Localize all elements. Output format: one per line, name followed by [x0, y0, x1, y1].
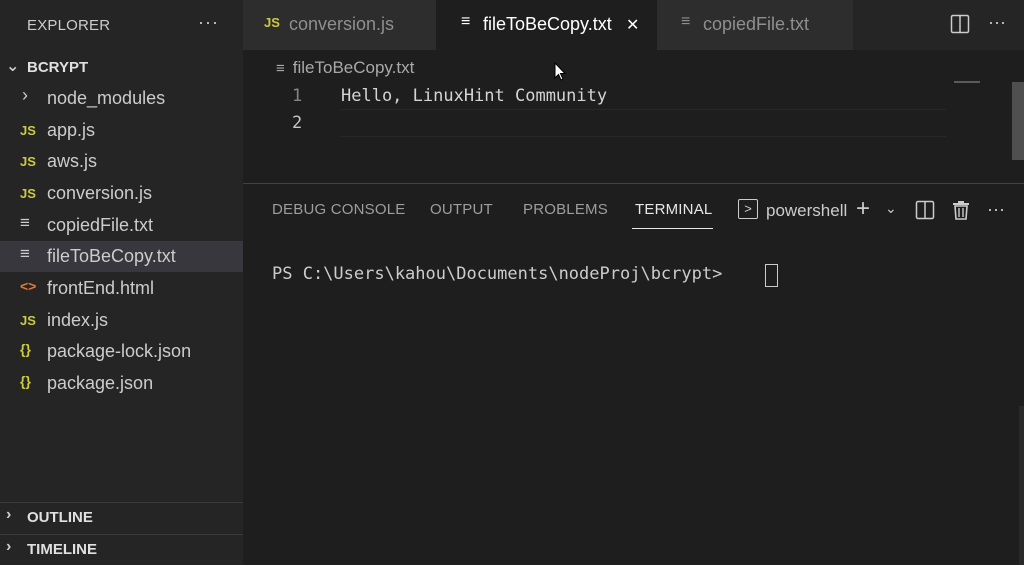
chevron-right-icon: ›: [6, 538, 12, 555]
terminal-cursor: [765, 264, 778, 287]
chevron-down-icon: ⌄: [6, 58, 20, 75]
editor-tab-bar: JS conversion.js ≡ fileToBeCopy.txt ✕ ≡ …: [243, 0, 1024, 50]
text-file-icon: ≡: [461, 13, 471, 30]
js-file-icon: JS: [20, 154, 36, 169]
breadcrumb[interactable]: ≡ fileToBeCopy.txt: [276, 58, 414, 78]
js-file-icon: JS: [20, 123, 36, 138]
folder-bcrypt-header[interactable]: ⌄ BCRYPT: [0, 53, 243, 83]
editor-scrollbar[interactable]: [1012, 82, 1024, 160]
js-file-icon: JS: [20, 186, 36, 201]
tree-item-label: frontEnd.html: [47, 278, 155, 298]
tree-item-conversion-js[interactable]: JS conversion.js: [0, 178, 243, 209]
tab-label: fileToBeCopy.txt: [483, 14, 612, 34]
tree-item-label: fileToBeCopy.txt: [47, 246, 176, 266]
outline-label: OUTLINE: [27, 509, 93, 526]
minimap[interactable]: [954, 81, 980, 83]
tab-terminal[interactable]: TERMINAL: [635, 201, 712, 218]
html-file-icon: <>: [20, 278, 37, 294]
tree-item-copiedfile-txt[interactable]: ≡ copiedFile.txt: [0, 210, 243, 241]
tree-item-label: app.js: [47, 120, 96, 140]
tree-item-app-js[interactable]: JS app.js: [0, 115, 243, 146]
text-file-icon: ≡: [20, 244, 30, 263]
new-terminal-icon[interactable]: +: [856, 195, 870, 223]
tree-item-frontend-html[interactable]: <> frontEnd.html: [0, 273, 243, 304]
tree-item-label: node_modules: [47, 88, 166, 108]
tree-item-node-modules[interactable]: › node_modules: [0, 83, 243, 114]
json-file-icon: {}: [20, 373, 31, 389]
timeline-label: TIMELINE: [27, 541, 97, 558]
explorer-sidebar: EXPLORER ··· ⌄ BCRYPT › node_modules JS …: [0, 0, 243, 565]
text-file-icon: ≡: [681, 13, 691, 30]
active-tab-indicator: [632, 228, 713, 229]
tab-conversion-js[interactable]: JS conversion.js: [243, 0, 436, 50]
tab-problems[interactable]: PROBLEMS: [523, 201, 608, 218]
terminal-scrollbar[interactable]: [1019, 406, 1024, 565]
tree-item-label: package-lock.json: [47, 341, 192, 361]
tab-label: conversion.js: [289, 14, 395, 34]
tree-item-label: index.js: [47, 310, 109, 330]
text-file-icon: ≡: [20, 213, 30, 232]
json-file-icon: {}: [20, 341, 31, 357]
split-editor-icon[interactable]: [950, 14, 970, 34]
more-actions-icon[interactable]: ···: [987, 199, 1005, 220]
close-icon[interactable]: ✕: [626, 15, 639, 35]
tree-item-filetobecopy-txt[interactable]: ≡ fileToBeCopy.txt: [0, 241, 243, 272]
chevron-right-icon: ›: [22, 85, 28, 105]
tree-item-aws-js[interactable]: JS aws.js: [0, 146, 243, 177]
trash-icon[interactable]: [951, 199, 971, 221]
tab-debug-console[interactable]: DEBUG CONSOLE: [272, 201, 405, 218]
outline-section-header[interactable]: › OUTLINE: [0, 502, 243, 533]
tree-item-label: copiedFile.txt: [47, 215, 154, 235]
tree-item-package-lock-json[interactable]: {} package-lock.json: [0, 336, 243, 367]
tree-item-index-js[interactable]: JS index.js: [0, 305, 243, 336]
js-file-icon: JS: [20, 313, 36, 328]
js-file-icon: JS: [264, 15, 280, 30]
terminal-icon[interactable]: >: [738, 199, 758, 219]
text-file-icon: ≡: [276, 60, 285, 77]
more-actions-icon[interactable]: ···: [198, 12, 219, 33]
tree-item-label: conversion.js: [47, 183, 153, 203]
chevron-down-icon[interactable]: ⌄: [885, 200, 897, 217]
folder-name: BCRYPT: [27, 59, 89, 76]
line-number: 2: [292, 113, 303, 133]
timeline-section-header[interactable]: › TIMELINE: [0, 534, 243, 565]
more-actions-icon[interactable]: ···: [988, 12, 1006, 33]
breadcrumb-file: fileToBeCopy.txt: [292, 58, 415, 77]
code-line[interactable]: Hello, LinuxHint Community: [341, 86, 607, 106]
tab-filetobecopy-txt[interactable]: ≡ fileToBeCopy.txt ✕: [436, 0, 657, 50]
mouse-cursor-icon: [554, 62, 566, 81]
tree-item-label: aws.js: [47, 151, 98, 171]
split-terminal-icon[interactable]: [915, 200, 935, 220]
current-line-highlight: [341, 109, 946, 137]
chevron-right-icon: ›: [6, 506, 12, 523]
tab-copiedfile-txt[interactable]: ≡ copiedFile.txt: [657, 0, 853, 50]
terminal-selector[interactable]: powershell: [766, 201, 847, 221]
line-number: 1: [292, 86, 303, 106]
tab-output[interactable]: OUTPUT: [430, 201, 493, 218]
terminal-prompt[interactable]: PS C:\Users\kahou\Documents\nodeProj\bcr…: [272, 264, 722, 284]
explorer-title: EXPLORER: [27, 17, 111, 34]
panel-divider[interactable]: [243, 183, 1024, 184]
tab-label: copiedFile.txt: [703, 14, 810, 34]
explorer-header: EXPLORER ···: [0, 0, 243, 50]
tree-item-package-json[interactable]: {} package.json: [0, 368, 243, 399]
tree-item-label: package.json: [47, 373, 154, 393]
